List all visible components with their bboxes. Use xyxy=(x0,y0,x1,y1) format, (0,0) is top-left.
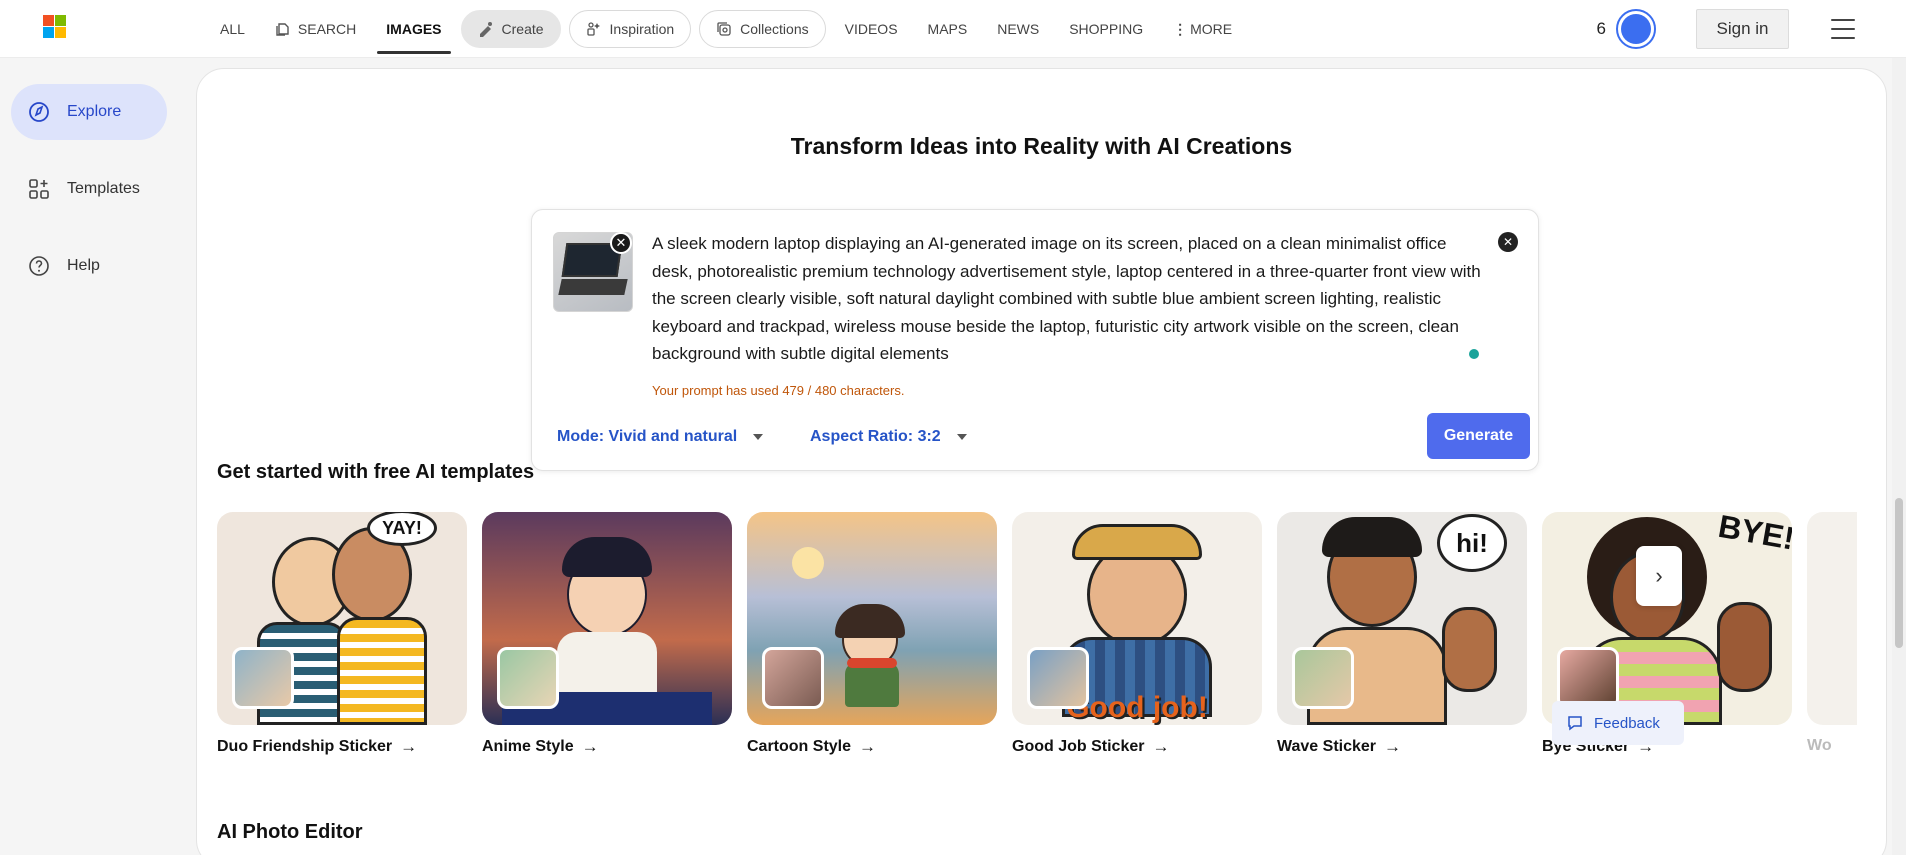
create-brush-icon xyxy=(479,22,492,37)
template-card[interactable]: YAY! Duo Friendship Sticker → xyxy=(217,512,467,757)
chat-bubble-icon xyxy=(1568,716,1582,731)
template-label: Wo xyxy=(1807,737,1832,754)
hamburger-menu-icon[interactable] xyxy=(1831,19,1855,39)
rewards-medal-icon[interactable] xyxy=(1616,9,1656,49)
top-bar: ALL SEARCH IMAGES Create Inspiration Col… xyxy=(0,0,1906,58)
template-image: Good job! xyxy=(1012,512,1262,725)
template-card[interactable]: Anime Style → xyxy=(482,512,732,757)
templates-section-title: Get started with free AI templates xyxy=(217,461,535,483)
generate-button[interactable]: Generate xyxy=(1427,413,1530,459)
tab-collections[interactable]: Collections xyxy=(699,10,826,48)
page-scrollbar[interactable] xyxy=(1892,58,1906,855)
template-image xyxy=(747,512,997,725)
tab-search[interactable]: SEARCH xyxy=(260,0,371,58)
arrow-right-icon: → xyxy=(1152,737,1170,756)
scrollbar-thumb[interactable] xyxy=(1895,498,1903,648)
template-image xyxy=(1807,512,1857,725)
chevron-right-icon: › xyxy=(1655,563,1663,588)
copilot-search-icon xyxy=(276,23,289,36)
tab-images[interactable]: IMAGES xyxy=(371,0,456,58)
feedback-button[interactable]: Feedback xyxy=(1552,701,1684,745)
reward-count: 6 xyxy=(1596,19,1606,38)
template-thumbnail xyxy=(1557,647,1619,709)
speech-bubble: hi! xyxy=(1437,514,1507,572)
sidebar-item-explore[interactable]: Explore xyxy=(11,84,167,140)
sidebar-item-help[interactable]: Help xyxy=(11,238,167,294)
account-area: 6 Sign in xyxy=(1597,0,1906,58)
question-circle-icon xyxy=(29,256,49,276)
template-image xyxy=(482,512,732,725)
template-card[interactable]: hi! Wave Sticker → xyxy=(1277,512,1527,757)
template-image: BYE! xyxy=(1542,512,1792,725)
sticker-caption: BYE! xyxy=(1715,512,1792,557)
speech-bubble: YAY! xyxy=(367,512,437,546)
photo-editor-section-title: AI Photo Editor xyxy=(217,821,363,843)
mode-dropdown[interactable]: Mode: Vivid and natural xyxy=(557,428,764,446)
template-card[interactable]: Good job! Good Job Sticker → xyxy=(1012,512,1262,757)
tab-more[interactable]: ⋮ MORE xyxy=(1158,0,1247,58)
template-label: Good Job Sticker xyxy=(1012,738,1145,755)
inspiration-sparkle-icon xyxy=(586,22,600,36)
template-label: Anime Style xyxy=(482,738,574,755)
clear-prompt-icon[interactable]: ✕ xyxy=(1498,232,1518,252)
template-thumbnail xyxy=(497,647,559,709)
template-label: Duo Friendship Sticker xyxy=(217,738,393,755)
vertical-ellipsis-icon: ⋮ xyxy=(1173,20,1187,37)
chevron-down-icon xyxy=(753,434,764,440)
prompt-input[interactable]: A sleek modern laptop displaying an AI-g… xyxy=(652,230,1482,368)
sidebar-item-templates[interactable]: Templates xyxy=(11,161,167,217)
arrow-right-icon: → xyxy=(1384,737,1402,756)
tab-all[interactable]: ALL xyxy=(205,0,260,58)
arrow-right-icon: → xyxy=(859,737,877,756)
template-thumbnail xyxy=(762,647,824,709)
collections-icon xyxy=(717,22,731,36)
search-scope-nav: ALL SEARCH IMAGES Create Inspiration Col… xyxy=(205,0,1247,58)
template-thumbnail xyxy=(232,647,294,709)
template-card[interactable]: Wo xyxy=(1807,512,1857,755)
remove-image-icon[interactable]: ✕ xyxy=(610,232,632,254)
typing-indicator xyxy=(1469,349,1479,359)
chevron-down-icon xyxy=(956,434,967,440)
template-image: hi! xyxy=(1277,512,1527,725)
tab-shopping[interactable]: SHOPPING xyxy=(1054,0,1158,58)
template-card[interactable]: Cartoon Style → xyxy=(747,512,997,757)
template-thumbnail xyxy=(1027,647,1089,709)
tab-inspiration[interactable]: Inspiration xyxy=(568,10,692,48)
compass-icon xyxy=(29,102,49,122)
tab-news[interactable]: NEWS xyxy=(982,0,1054,58)
aspect-ratio-dropdown[interactable]: Aspect Ratio: 3:2 xyxy=(810,428,967,446)
template-thumbnail xyxy=(1292,647,1354,709)
template-label: Wave Sticker xyxy=(1277,738,1377,755)
microsoft-logo-icon[interactable] xyxy=(43,15,66,38)
tab-maps[interactable]: MAPS xyxy=(913,0,983,58)
template-image: YAY! xyxy=(217,512,467,725)
arrow-right-icon: → xyxy=(400,737,418,756)
tab-create[interactable]: Create xyxy=(460,10,561,48)
sign-in-button[interactable]: Sign in xyxy=(1696,9,1789,49)
arrow-right-icon: → xyxy=(581,737,599,756)
page-title: Transform Ideas into Reality with AI Cre… xyxy=(790,133,1293,159)
templates-grid-icon xyxy=(29,179,49,199)
template-label: Cartoon Style xyxy=(747,738,852,755)
character-count: Your prompt has used 479 / 480 character… xyxy=(652,383,905,398)
prompt-box: ✕ A sleek modern laptop displaying an AI… xyxy=(531,209,1539,471)
carousel-next-button[interactable]: › xyxy=(1636,546,1682,606)
tab-videos[interactable]: VIDEOS xyxy=(830,0,913,58)
